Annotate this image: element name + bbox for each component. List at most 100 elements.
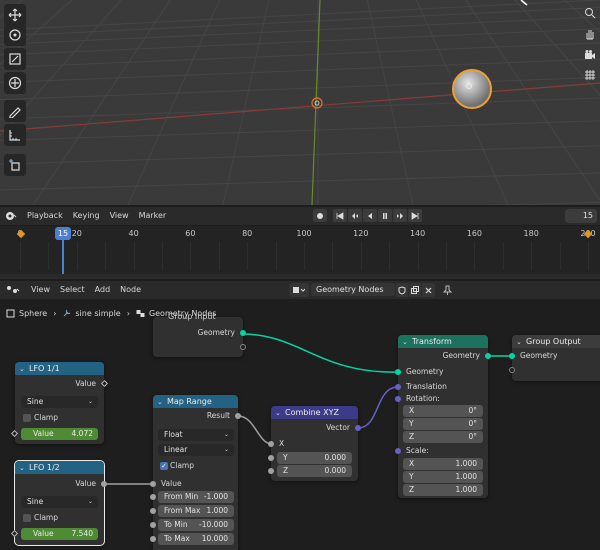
current-frame-field[interactable]: 15 bbox=[565, 209, 597, 223]
node-tree-browse-icon[interactable] bbox=[289, 283, 309, 297]
menu-view-node[interactable]: View bbox=[26, 281, 55, 299]
socket-x-in[interactable] bbox=[268, 441, 274, 447]
node-header[interactable]: ⌄ LFO 1/2 bbox=[15, 461, 104, 474]
y-field[interactable]: Y 0.000 bbox=[277, 452, 352, 464]
z-field[interactable]: Z 0.000 bbox=[277, 465, 352, 477]
node-editor-type-icon[interactable] bbox=[0, 281, 26, 299]
socket-to-max[interactable] bbox=[150, 536, 156, 542]
scale-x-field[interactable]: X 1.000 bbox=[403, 458, 483, 470]
socket-scale-in[interactable] bbox=[395, 448, 401, 454]
menu-playback[interactable]: Playback bbox=[22, 207, 68, 225]
pin-icon[interactable] bbox=[440, 283, 454, 297]
socket-vector-out[interactable] bbox=[355, 425, 361, 431]
rotation-x-field[interactable]: X 0° bbox=[403, 405, 483, 417]
annotate-icon[interactable] bbox=[4, 100, 26, 122]
3d-viewport[interactable] bbox=[0, 0, 600, 205]
to-max-field[interactable]: To Max 10.000 bbox=[158, 533, 234, 545]
node-canvas[interactable]: Geometry ⌄ LFO 1/1 Value Sine ⌄ Clamp Valu… bbox=[0, 299, 600, 550]
menu-keying[interactable]: Keying bbox=[68, 207, 105, 225]
camera-icon[interactable] bbox=[582, 47, 598, 63]
breadcrumb-object[interactable]: Sphere bbox=[6, 309, 47, 318]
socket-geometry-in[interactable] bbox=[509, 353, 515, 359]
interpolation-dropdown[interactable]: Linear ⌄ bbox=[158, 444, 234, 456]
socket-empty-in[interactable] bbox=[509, 367, 515, 373]
clamp-checkbox[interactable]: ✓ bbox=[160, 462, 168, 470]
grid-icon[interactable] bbox=[582, 67, 598, 83]
node-header[interactable]: ⌄ Group Output bbox=[512, 335, 600, 348]
fake-user-icon[interactable] bbox=[396, 283, 408, 297]
node-header[interactable]: ⌄ Map Range bbox=[153, 395, 238, 408]
from-max-field[interactable]: From Max 1.000 bbox=[158, 505, 234, 517]
node-group-input[interactable]: Geometry bbox=[153, 317, 246, 357]
menu-add[interactable]: Add bbox=[90, 281, 116, 299]
to-min-field[interactable]: To Min -10.000 bbox=[158, 519, 234, 531]
menu-select[interactable]: Select bbox=[55, 281, 90, 299]
socket-value-out[interactable] bbox=[101, 481, 107, 487]
node-transform[interactable]: ⌄ Transform Geometry Geometry Translation… bbox=[395, 335, 491, 498]
jump-start-icon[interactable] bbox=[333, 209, 347, 222]
rotation-z-field[interactable]: Z 0° bbox=[403, 431, 483, 443]
socket-geometry-out[interactable] bbox=[240, 330, 246, 336]
menu-view[interactable]: View bbox=[105, 207, 134, 225]
play-reverse-icon[interactable] bbox=[363, 209, 377, 222]
node-group-output[interactable]: ⌄ Group Output Geometry bbox=[509, 335, 600, 381]
rotate-icon[interactable] bbox=[4, 24, 26, 46]
mode-dropdown[interactable]: Sine ⌄ bbox=[21, 496, 98, 508]
socket-rotation-in[interactable] bbox=[395, 396, 401, 402]
socket-to-min[interactable] bbox=[150, 522, 156, 528]
menu-marker[interactable]: Marker bbox=[134, 207, 172, 225]
record-icon[interactable] bbox=[313, 209, 327, 222]
jump-end-icon[interactable] bbox=[408, 209, 422, 222]
timeline-grid-line bbox=[559, 242, 561, 270]
node-lfo-1[interactable]: ⌄ LFO 1/1 Value Sine ⌄ Clamp Value 4.072 bbox=[10, 362, 109, 444]
unlink-close-icon[interactable] bbox=[422, 283, 435, 297]
from-min-field[interactable]: From Min -1.000 bbox=[158, 491, 234, 503]
socket-y-in[interactable] bbox=[268, 455, 274, 461]
node-header[interactable]: ⌄ Combine XYZ bbox=[271, 406, 358, 419]
timeline-scrollbar[interactable] bbox=[0, 274, 600, 279]
move-icon[interactable] bbox=[4, 4, 26, 26]
data-type-dropdown[interactable]: Float ⌄ bbox=[158, 429, 234, 441]
scale-z-field[interactable]: Z 1.000 bbox=[403, 484, 483, 496]
node-header[interactable]: ⌄ LFO 1/1 bbox=[15, 362, 104, 375]
socket-result-out[interactable] bbox=[235, 413, 241, 419]
clamp-checkbox[interactable] bbox=[23, 414, 31, 422]
editor-type-icon[interactable] bbox=[0, 207, 22, 225]
breadcrumb-modifier[interactable]: sine simple bbox=[62, 309, 121, 318]
scale-icon[interactable] bbox=[4, 48, 26, 70]
breadcrumb-nodetree[interactable]: Geometry Nodes bbox=[136, 309, 216, 318]
node-lfo-2[interactable]: ⌄ LFO 1/2 Value Sine ⌄ Clamp Value 7.540 bbox=[10, 460, 107, 546]
transform-icon[interactable] bbox=[4, 72, 26, 94]
socket-empty-out[interactable] bbox=[240, 344, 246, 350]
socket-from-min[interactable] bbox=[150, 494, 156, 500]
pause-icon[interactable] bbox=[378, 209, 392, 222]
socket-geometry-in[interactable] bbox=[395, 369, 401, 375]
next-keyframe-icon[interactable] bbox=[393, 209, 407, 222]
value-field[interactable]: Value 7.540 bbox=[21, 528, 98, 540]
node-combine-xyz[interactable]: ⌄ Combine XYZ Vector X Y 0.000 Z 0.000 bbox=[268, 406, 361, 481]
prev-keyframe-icon[interactable] bbox=[348, 209, 362, 222]
mode-dropdown[interactable]: Sine ⌄ bbox=[21, 396, 98, 408]
zoom-icon[interactable] bbox=[582, 5, 598, 21]
clamp-checkbox[interactable] bbox=[23, 514, 31, 522]
timeline-tick-label: 100 bbox=[296, 229, 312, 238]
add-cube-icon[interactable] bbox=[4, 154, 26, 176]
scale-y-field[interactable]: Y 1.000 bbox=[403, 471, 483, 483]
timeline-track[interactable]: 020406080100120140160180200 15 bbox=[0, 226, 600, 274]
timeline-tick-label: 120 bbox=[353, 229, 369, 238]
node-map-range[interactable]: ⌄ Map Range Result Float ⌄ Linear ⌄ ✓ Clamp… bbox=[150, 395, 241, 550]
menu-node[interactable]: Node bbox=[115, 281, 146, 299]
node-header[interactable]: ⌄ Transform bbox=[398, 335, 488, 348]
socket-z-in[interactable] bbox=[268, 468, 274, 474]
socket-from-max[interactable] bbox=[150, 508, 156, 514]
duplicate-icon[interactable] bbox=[409, 283, 421, 297]
pan-icon[interactable] bbox=[582, 26, 598, 42]
playhead[interactable]: 15 bbox=[55, 227, 71, 240]
socket-translation-in[interactable] bbox=[395, 384, 401, 390]
node-tree-name-field[interactable]: Geometry Nodes bbox=[311, 283, 395, 296]
socket-value-in[interactable] bbox=[150, 481, 156, 487]
rotation-y-field[interactable]: Y 0° bbox=[403, 418, 483, 430]
measure-icon[interactable] bbox=[4, 124, 26, 146]
value-field[interactable]: Value 4.072 bbox=[21, 428, 98, 440]
socket-geometry-out[interactable] bbox=[485, 353, 491, 359]
